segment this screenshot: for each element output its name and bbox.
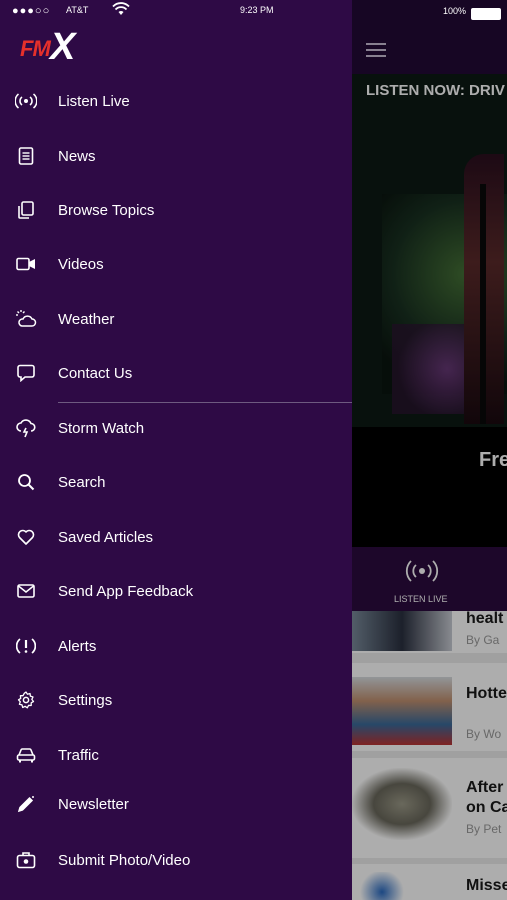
menu-item-label: Traffic [58,746,99,764]
menu-item-videos[interactable]: Videos [0,237,352,291]
heart-icon [15,526,37,548]
menu-item-label: Listen Live [58,92,130,110]
battery-icon [471,8,501,20]
document-icon [15,145,37,167]
menu-item-traffic[interactable]: Traffic [0,728,352,782]
signal-strength: ●●●○○ [12,5,51,17]
mail-icon [15,580,37,602]
pencil-icon [15,793,37,815]
menu-item-label: Send App Feedback [58,582,194,600]
alert-icon [15,635,37,657]
car-icon [15,744,37,766]
menu-item-label: Videos [58,255,104,273]
menu-item-label: Submit Photo/Video [58,851,191,869]
menu-item-label: Browse Topics [58,201,155,219]
article-byline: By Pet [466,822,502,836]
carrier-name: AT&T [66,5,89,15]
article-thumbnail [352,768,452,840]
hero-banner: LISTEN NOW: DRIV [366,82,505,99]
article-thumbnail [352,677,452,745]
chat-bubble-icon [15,362,37,384]
listen-live-label: LISTEN LIVE [394,594,448,604]
main-content: LISTEN NOW: DRIV Fre LISTEN LIVE healt B… [352,0,507,900]
article-title: Misse [466,877,507,894]
listen-live-bar[interactable]: LISTEN LIVE [352,547,507,611]
menu-item-contact-us[interactable]: Contact Us [0,346,352,400]
menu-item-newsletter[interactable]: Newsletter [0,777,352,831]
article-title-line-1: After [466,779,504,796]
article-title: Hotte [466,685,507,702]
storm-icon [15,417,37,439]
logo-fm-text: FM [20,36,51,61]
menu-item-weather[interactable]: Weather [0,292,352,346]
battery-percent: 100% [443,6,467,16]
status-bar: ●●●○○ AT&T 9:23 PM 100% [0,0,507,22]
microphone-stand [480,184,486,424]
navigation-drawer: FM X Listen Live News Browse Topics Vide… [0,0,352,900]
article-card[interactable]: Misse [352,864,507,900]
article-card[interactable]: healt By Ga [352,610,507,653]
menu-item-label: Alerts [58,637,97,655]
menu-item-label: Settings [58,691,113,709]
menu-item-storm-watch[interactable]: Storm Watch [0,401,352,455]
hero-caption[interactable]: Fre [352,427,507,547]
menu-item-saved-articles[interactable]: Saved Articles [0,510,352,564]
menu-item-send-app-feedback[interactable]: Send App Feedback [0,564,352,618]
article-byline: By Wo [466,727,502,741]
broadcast-icon [404,559,440,583]
station-logo[interactable]: FM X [20,26,80,68]
article-card[interactable]: After on Ca By Pet [352,758,507,858]
menu-item-listen-live[interactable]: Listen Live [0,74,352,128]
hero-title: Fre [479,449,507,471]
menu-item-label: Saved Articles [58,528,154,546]
menu-item-label: Search [58,473,106,491]
menu-item-search[interactable]: Search [0,455,352,509]
menu-item-news[interactable]: News [0,129,352,183]
menu-item-browse-topics[interactable]: Browse Topics [0,183,352,237]
article-card[interactable]: Hotte By Wo [352,663,507,751]
menu-item-alerts[interactable]: Alerts [0,619,352,673]
menu-item-label: Contact Us [58,364,133,382]
article-thumbnail [352,611,452,651]
menu-item-settings[interactable]: Settings [0,673,352,727]
clock: 9:23 PM [240,5,274,15]
menu-item-label: Weather [58,310,115,328]
menu-item-label: Newsletter [58,795,129,813]
wifi-icon [112,2,130,16]
menu-item-label: Storm Watch [58,419,145,437]
gear-icon [15,689,37,711]
search-icon [15,471,37,493]
camera-bag-icon [15,849,37,871]
article-title: healt [466,610,504,627]
article-byline: By Ga [466,633,500,647]
cloud-sun-icon [15,308,37,330]
menu-item-label: News [58,147,96,165]
copy-icon [15,199,37,221]
menu-item-submit-photo-video[interactable]: Submit Photo/Video [0,833,352,887]
article-thumbnail [352,872,452,900]
hamburger-menu-icon[interactable] [366,43,386,57]
hero-image[interactable]: LISTEN NOW: DRIV [352,74,507,427]
video-camera-icon [15,253,37,275]
logo-x-text: X [50,26,76,68]
article-title-line-2: on Ca [466,799,507,816]
broadcast-icon [15,90,37,112]
